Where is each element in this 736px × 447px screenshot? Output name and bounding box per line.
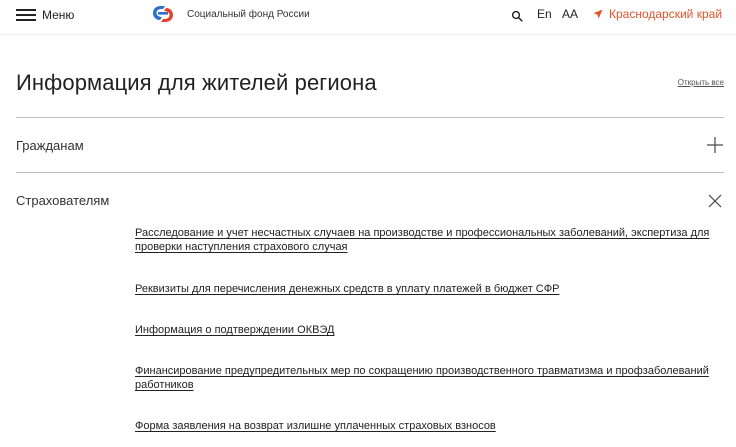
search-icon [511,10,523,22]
menu-label: Меню [42,8,75,22]
location-arrow-icon [593,9,603,19]
search-button[interactable] [511,9,523,22]
expand-button[interactable] [706,136,724,154]
divider [16,172,724,173]
link-okved-confirmation[interactable]: Информация о подтверждении ОКВЭД [135,323,727,337]
link-payment-details[interactable]: Реквизиты для перечисления денежных сред… [135,282,727,296]
link-refund-form[interactable]: Форма заявления на возврат излишне уплач… [135,419,727,433]
divider [16,117,724,118]
accordion-header-citizens[interactable]: Гражданам [16,138,84,153]
collapse-button[interactable] [706,192,724,210]
plus-icon [707,137,723,153]
open-all-link[interactable]: Открыть все [678,78,724,87]
page: Меню Социальный фонд России En АА Красно… [0,0,736,447]
link-accident-investigation[interactable]: Расследование и учет несчастных случаев … [135,226,727,254]
logo-text: Социальный фонд России [187,8,310,20]
link-preventive-measures[interactable]: Финансирование предупредительных мер по … [135,364,727,392]
menu-button[interactable]: Меню [16,6,74,24]
font-size-switch[interactable]: АА [562,7,578,21]
region-selector[interactable]: Краснодарский край [593,7,722,21]
page-title: Информация для жителей региона [16,70,377,95]
accordion-header-insurers[interactable]: Страхователям [16,193,109,208]
logo-link[interactable]: Социальный фонд России [151,4,310,24]
sfr-logo-icon [153,6,173,22]
close-icon [708,194,722,208]
region-label: Краснодарский край [609,7,723,21]
language-switch[interactable]: En [537,7,552,21]
site-header: Меню Социальный фонд России En АА Красно… [0,0,736,35]
burger-menu-icon [16,9,36,21]
